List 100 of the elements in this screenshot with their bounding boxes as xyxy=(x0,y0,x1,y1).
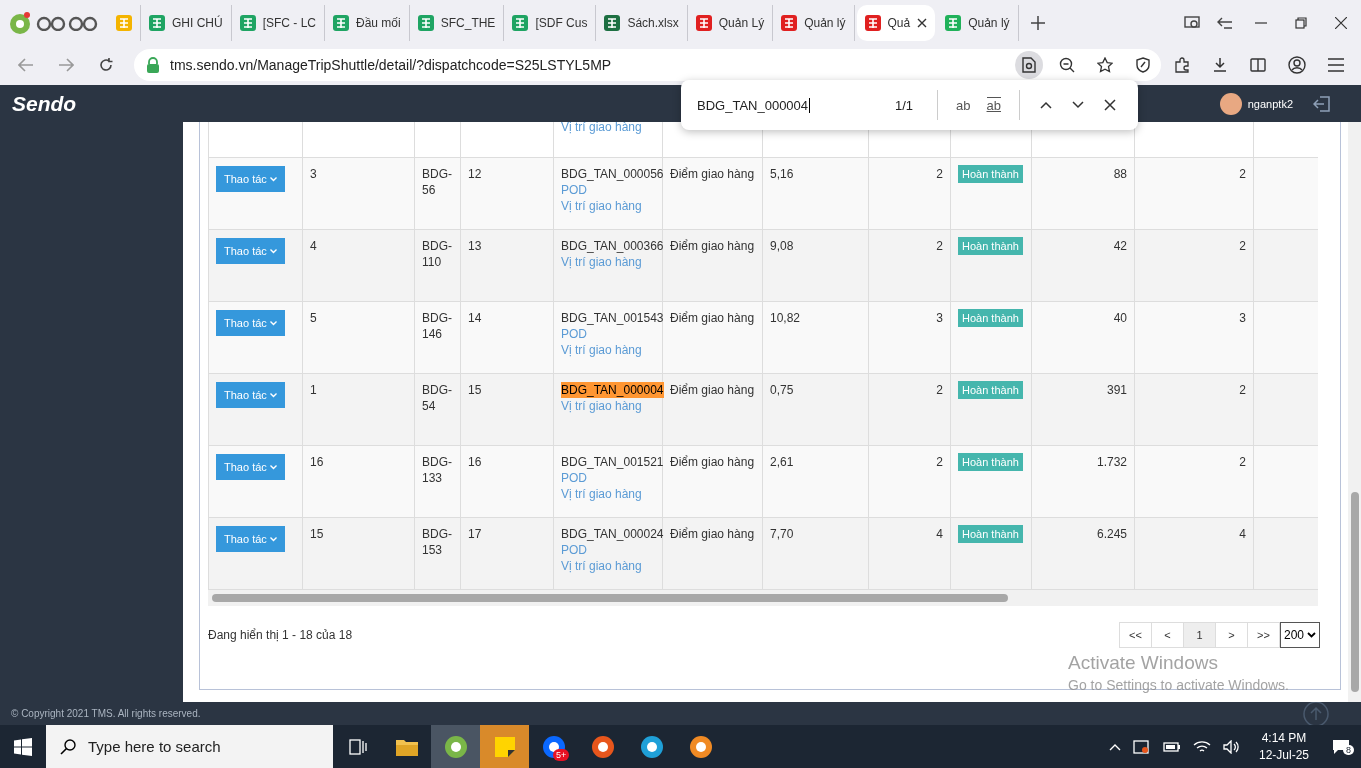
browser-tab[interactable]: GHI CHÚ xyxy=(141,4,232,41)
table-cell: 3 xyxy=(310,167,317,181)
table-cell: 88 xyxy=(1113,167,1127,181)
sticky-note-icon xyxy=(494,736,515,757)
record-count: Đang hiển thị 1 - 18 của 18 xyxy=(208,628,353,642)
table-cell: 3 xyxy=(1239,311,1246,325)
table-cell: 4 xyxy=(936,527,943,541)
tab-favicon-icon xyxy=(239,14,256,31)
taskbar-app[interactable]: 5+ xyxy=(529,725,578,768)
table-cell: BDG-56 xyxy=(422,167,452,197)
table-cell: 13 xyxy=(468,239,482,253)
table-cell: 5,16 xyxy=(770,167,794,181)
battery-icon[interactable] xyxy=(1162,740,1181,753)
find-input-field[interactable]: BDG_TAN_000004 xyxy=(697,97,811,113)
taskbar-search-field[interactable]: Type here to search xyxy=(46,725,333,768)
logout-icon[interactable] xyxy=(1313,94,1331,113)
profile-icon[interactable] xyxy=(1288,56,1306,74)
find-in-page-icon[interactable] xyxy=(1015,51,1043,79)
scroll-top-icon[interactable] xyxy=(1303,700,1329,727)
table-cell: 1 xyxy=(310,383,317,397)
user-avatar[interactable] xyxy=(1219,92,1242,115)
app-icon xyxy=(688,734,713,759)
table-cell: 7,70 xyxy=(770,527,794,541)
pagination-button[interactable]: << xyxy=(1118,622,1152,648)
next-match-icon[interactable] xyxy=(1072,101,1084,109)
pagination-button[interactable]: >> xyxy=(1246,622,1280,648)
close-icon[interactable] xyxy=(917,17,928,28)
table-cell: 1.732 xyxy=(1096,455,1127,469)
table-cell: BDG-153 xyxy=(422,527,452,557)
table-cell: 4 xyxy=(1239,527,1246,541)
table-cell: 40 xyxy=(1113,311,1127,325)
zoom-out-icon[interactable] xyxy=(1059,57,1075,73)
volume-icon[interactable] xyxy=(1222,739,1241,754)
screenshot-search-icon[interactable] xyxy=(1184,15,1202,30)
activation-title: Activate Windows xyxy=(1068,652,1218,674)
taskbar-app[interactable] xyxy=(431,725,480,768)
browser-tab[interactable]: Quản lý xyxy=(937,4,1019,41)
back-list-icon[interactable] xyxy=(1216,15,1234,30)
app-icon xyxy=(590,734,615,759)
table-cell: 3 xyxy=(936,311,943,325)
vertical-scrollbar[interactable] xyxy=(1348,122,1361,702)
tab-favicon-icon xyxy=(781,14,798,31)
meet-now-icon[interactable] xyxy=(1132,738,1151,755)
activation-text: Go to Settings to activate Windows. xyxy=(1068,677,1289,693)
find-option-toggle[interactable]: ab xyxy=(956,97,971,113)
user-name[interactable]: nganptk2 xyxy=(1247,97,1293,110)
close-icon[interactable] xyxy=(1335,16,1347,29)
lock-icon xyxy=(146,57,160,73)
status-badge: Hoàn thành xyxy=(958,453,1023,471)
notification-badge: 5+ xyxy=(553,749,570,761)
folder-icon xyxy=(395,737,418,756)
table-cell: Điểm giao hàng xyxy=(670,527,755,541)
page-size-select[interactable]: 200 xyxy=(1279,622,1320,648)
tab-favicon-icon xyxy=(695,14,712,31)
reload-icon[interactable] xyxy=(98,57,114,73)
address-field[interactable]: tms.sendo.vn/ManageTripShuttle/detail/?dispatchcode=S25LSTYL5MP xyxy=(134,49,1161,81)
table-cell: 2 xyxy=(936,455,943,469)
horizontal-scrollbar[interactable] xyxy=(208,590,1318,606)
table-cell: 2 xyxy=(1239,167,1246,181)
browser-tab[interactable]: Quản lý xyxy=(773,4,855,41)
menu-icon[interactable] xyxy=(1328,58,1344,72)
find-option-toggle[interactable]: ab xyxy=(986,97,1001,113)
browser-tab[interactable]: Sách.xlsx xyxy=(596,4,688,41)
clock-date[interactable]: 12-Jul-25 xyxy=(1258,748,1309,762)
notification-center-button[interactable]: 8 xyxy=(1321,738,1361,755)
tab-favicon-icon xyxy=(512,14,529,31)
task-view-icon xyxy=(348,738,367,755)
tab-favicon-icon xyxy=(864,14,881,31)
windows-start-icon[interactable] xyxy=(14,737,32,756)
clock-time[interactable]: 4:14 PM xyxy=(1261,731,1307,745)
close-icon[interactable] xyxy=(1104,99,1116,111)
new-tab-icon[interactable] xyxy=(1030,15,1045,30)
table-cell: 2 xyxy=(1239,383,1246,397)
browser-tab[interactable]: [SFC - LC xyxy=(231,4,325,41)
match-count: 1/1 xyxy=(895,97,914,113)
browser-tab[interactable]: Quản Lý xyxy=(687,4,774,41)
pagination-button[interactable]: 1 xyxy=(1182,622,1216,648)
browser-tab[interactable]: Quả xyxy=(856,4,936,41)
table-cell: 2 xyxy=(936,239,943,253)
browser-tab[interactable]: SFC_THE xyxy=(409,4,505,41)
sendo-logo[interactable]: Sendo xyxy=(12,91,77,116)
shield-icon[interactable] xyxy=(1135,57,1151,73)
copyright-text: © Copyright 2021 TMS. All rights reserved. xyxy=(11,708,201,719)
pagination-button[interactable]: > xyxy=(1214,622,1248,648)
tab-favicon-icon xyxy=(604,14,621,31)
previous-match-icon[interactable] xyxy=(1040,101,1052,109)
wifi-icon[interactable] xyxy=(1192,739,1211,754)
browser-tab[interactable]: Đầu mối xyxy=(325,4,410,41)
table-cell: BDG-110 xyxy=(422,239,452,269)
split-view-icon[interactable] xyxy=(1250,57,1266,73)
browser-tab[interactable]: [SDF Cus xyxy=(504,4,597,41)
tab-favicon-icon xyxy=(417,14,434,31)
table-cell: 2,61 xyxy=(770,455,794,469)
download-icon[interactable] xyxy=(1212,57,1228,73)
extensions-icon[interactable] xyxy=(1174,57,1190,73)
pagination-button[interactable]: < xyxy=(1150,622,1184,648)
table-cell: 16 xyxy=(310,455,324,469)
restore-icon[interactable] xyxy=(1295,16,1307,29)
star-icon[interactable] xyxy=(1097,57,1113,73)
chevron-up-icon[interactable] xyxy=(1108,742,1121,751)
